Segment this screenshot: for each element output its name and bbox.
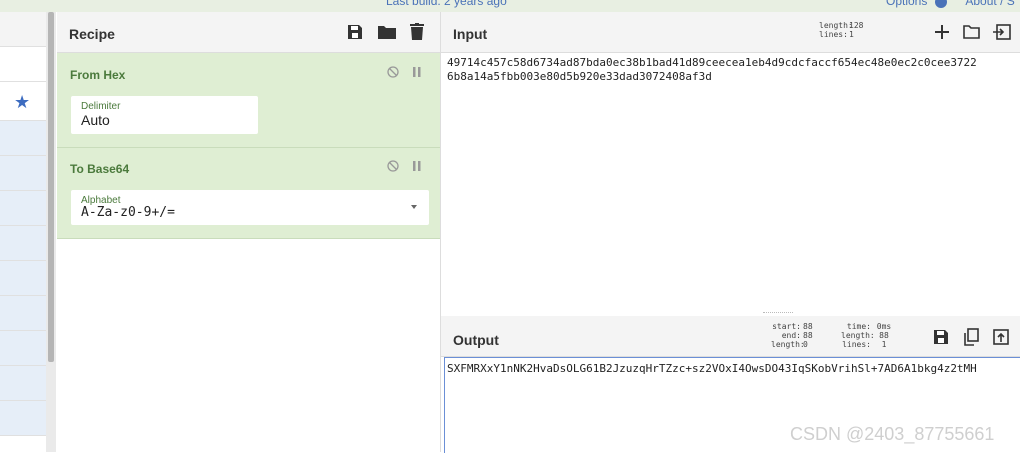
delimiter-field[interactable]: Delimiter Auto: [71, 96, 258, 134]
replace-input-icon[interactable]: [993, 329, 1009, 345]
operations-panel: ★: [0, 12, 47, 452]
recipe-header: Recipe: [57, 12, 440, 53]
resize-handle[interactable]: [763, 312, 793, 314]
category-item[interactable]: [0, 226, 46, 261]
category-item[interactable]: [0, 366, 46, 401]
chevron-down-icon[interactable]: [411, 205, 417, 209]
field-label: Delimiter: [81, 101, 121, 112]
top-links: Options About / S: [886, 0, 1015, 8]
category-item[interactable]: [0, 401, 46, 436]
add-icon[interactable]: [935, 25, 949, 39]
options-link[interactable]: Options: [886, 0, 927, 8]
input-line-1: 49714c457c58d6734ad87bda0ec38b1bad41d89c…: [447, 56, 977, 69]
category-item[interactable]: [0, 296, 46, 331]
operation-title: From Hex: [70, 68, 126, 82]
operations-search[interactable]: [0, 47, 46, 82]
recipe-title: Recipe: [69, 26, 115, 42]
output-header: Output start: end: length: 88 88 0 time:…: [441, 316, 1020, 357]
copy-icon[interactable]: [963, 328, 979, 346]
operation-title: To Base64: [70, 162, 130, 176]
scrollbar-thumb[interactable]: [48, 12, 54, 362]
trash-icon[interactable]: [410, 23, 424, 40]
category-item[interactable]: [0, 191, 46, 226]
input-stat-labels: length: lines:: [819, 21, 853, 39]
top-bar: Last build: 2 years ago Options About / …: [0, 0, 1020, 12]
category-item[interactable]: [0, 121, 46, 156]
operation-from-hex: From Hex Delimiter Auto: [57, 53, 440, 148]
input-text[interactable]: 49714c457c58d6734ad87bda0ec38b1bad41d89c…: [447, 56, 977, 84]
field-value: A-Za-z0-9+/=: [81, 205, 175, 220]
operations-header: [0, 12, 46, 47]
save-icon[interactable]: [347, 24, 363, 40]
output-text: SXFMRXxY1nNK2HvaDsOLG61B2JzuzqHrTZzc+sz2…: [447, 362, 977, 375]
io-panel: Input length: lines: 128 1 49714c457c58d…: [441, 12, 1020, 453]
watermark: CSDN @2403_87755661: [790, 424, 995, 444]
category-item[interactable]: [0, 331, 46, 366]
operation-to-base64: To Base64 Alphabet A-Za-z0-9+/=: [57, 148, 440, 239]
pause-icon[interactable]: [413, 67, 421, 77]
star-icon[interactable]: ★: [14, 92, 30, 113]
category-item[interactable]: [0, 261, 46, 296]
about-link[interactable]: About / S: [965, 0, 1014, 8]
input-line-2: 6b8a14a5fbb003e80d5b920e33dad3072408af3d: [447, 70, 712, 83]
output-title: Output: [453, 332, 499, 348]
field-value: Auto: [81, 112, 110, 128]
folder-icon[interactable]: [378, 25, 396, 39]
output-stat-labels-2: time: length: lines:: [841, 322, 875, 349]
disable-icon[interactable]: [387, 160, 399, 172]
output-stat-values-1: 88 88 0: [803, 322, 813, 349]
save-output-icon[interactable]: [933, 329, 949, 345]
last-build-text: Last build: 2 years ago: [386, 0, 507, 8]
disable-icon[interactable]: [387, 66, 399, 78]
output-stat-labels-1: start: end: length:: [771, 322, 805, 349]
input-stat-values: 128 1: [849, 21, 864, 39]
recipe-panel: Recipe From Hex Delimiter Auto To Base64: [57, 12, 441, 452]
output-stat-values-2: 0ms 88 1: [876, 322, 892, 349]
open-folder-icon[interactable]: [963, 25, 980, 39]
input-title: Input: [453, 26, 488, 42]
favourites-category[interactable]: ★: [0, 82, 46, 121]
gear-icon[interactable]: [934, 0, 947, 8]
operations-scrollbar[interactable]: [46, 12, 56, 452]
alphabet-select[interactable]: Alphabet A-Za-z0-9+/=: [71, 190, 429, 225]
category-item[interactable]: [0, 156, 46, 191]
import-icon[interactable]: [993, 24, 1011, 40]
pause-icon[interactable]: [413, 161, 421, 171]
input-header: Input length: lines: 128 1: [441, 12, 1020, 53]
